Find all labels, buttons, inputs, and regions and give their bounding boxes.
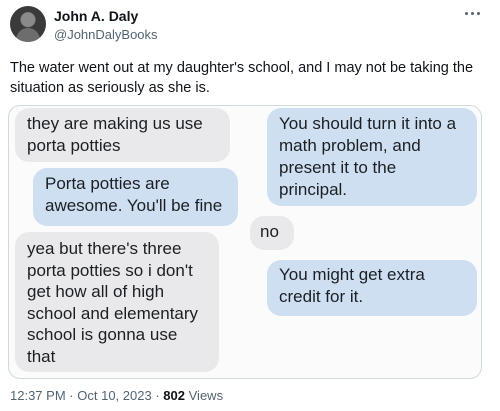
author-handle[interactable]: @JohnDalyBooks [54, 27, 158, 43]
author-name[interactable]: John A. Daly [54, 7, 138, 25]
message-bubble-sent: You should turn it into a math problem, … [267, 108, 477, 206]
tweet-text: The water went out at my daughter's scho… [10, 60, 474, 96]
meta-separator: · [69, 388, 74, 403]
tweet-card: John A. Daly @JohnDalyBooks The water we… [0, 0, 500, 411]
tweet-date[interactable]: Oct 10, 2023 [77, 388, 151, 403]
views-count: 802 [163, 388, 185, 403]
message-bubble-received: no [250, 216, 294, 250]
tweet-time[interactable]: 12:37 PM [10, 388, 66, 403]
message-bubble-received: they are making us use porta potties [15, 108, 230, 162]
meta-separator: · [155, 388, 160, 403]
views-label: Views [188, 388, 224, 403]
more-dots-icon[interactable] [462, 6, 482, 20]
message-bubble-sent: Porta potties are awesome. You'll be fin… [33, 168, 238, 226]
message-bubble-received: yea but there's three porta potties so i… [15, 232, 219, 372]
attached-image[interactable]: they are making us use porta potties Por… [8, 105, 482, 379]
message-bubble-sent: You might get extra credit for it. [267, 260, 477, 316]
avatar[interactable] [10, 6, 46, 42]
tweet-meta: 12:37 PM · Oct 10, 2023 · 802 Views [10, 388, 223, 404]
